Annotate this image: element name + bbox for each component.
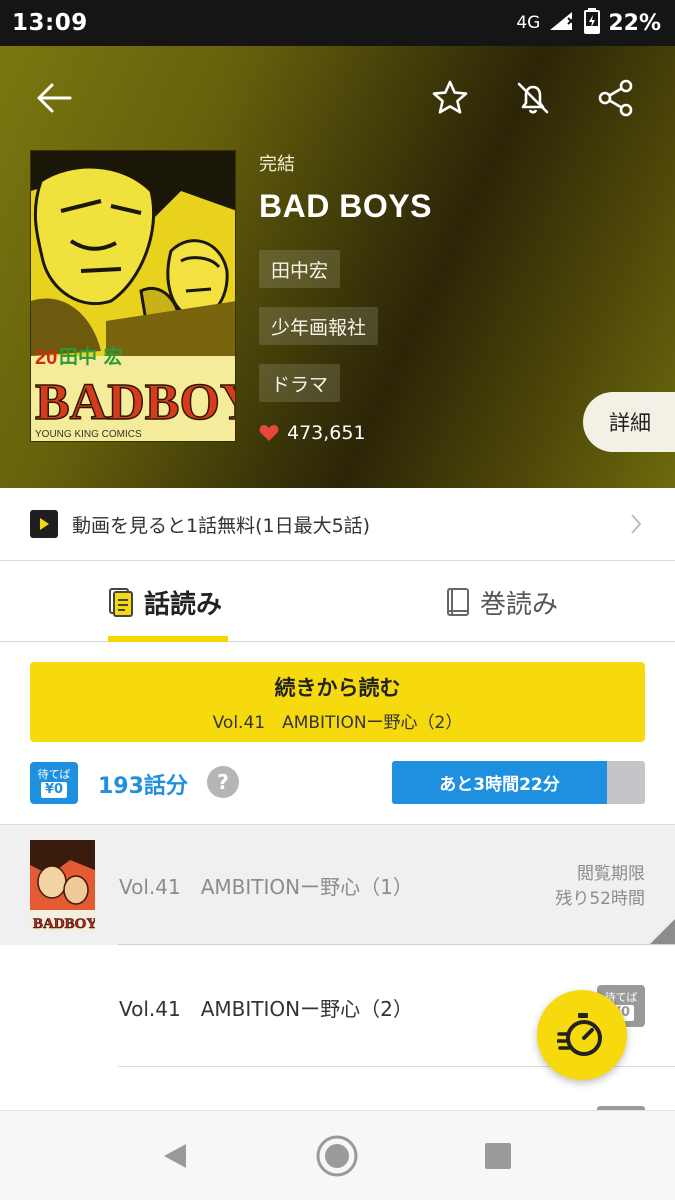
- title-hero: 20 田中 宏 BADBOYS YOUNG KING COMICS 完結 BAD…: [0, 46, 675, 488]
- bell-off-icon: [517, 82, 549, 114]
- continue-episode: Vol.41 AMBITIONー野心（2）: [212, 712, 463, 733]
- play-icon: [30, 510, 58, 538]
- book-icon: [447, 588, 469, 616]
- status-icons: 4G 22%: [516, 7, 661, 39]
- episode-row[interactable]: BADBOYS Vol.41 AMBITIONー野心（1） 閲覧期限 残り52時…: [0, 824, 675, 945]
- favorite-button[interactable]: [426, 74, 474, 122]
- wait-timer-bar: あと3時間22分: [392, 761, 645, 804]
- heart-icon: [259, 425, 279, 441]
- help-button[interactable]: ?: [207, 766, 239, 798]
- detail-button-label: 詳細: [609, 411, 651, 435]
- title-info: 完結 BAD BOYS 田中宏 少年画報社 ドラマ 473,651: [259, 150, 432, 444]
- likes-value: 473,651: [287, 422, 366, 444]
- genre-chip[interactable]: ドラマ: [259, 364, 341, 402]
- tab-volume-label: 巻読み: [480, 589, 559, 620]
- wait-free-count: 193話分: [98, 774, 188, 799]
- help-icon: ?: [217, 770, 229, 794]
- likes-count: 473,651: [259, 422, 366, 444]
- tab-episode-read[interactable]: 話読み: [108, 562, 222, 642]
- chevron-right-icon: [631, 514, 642, 534]
- active-tab-indicator: [108, 636, 228, 642]
- tab-episode-label: 話読み: [144, 589, 223, 620]
- author-chip[interactable]: 田中宏: [259, 250, 341, 288]
- back-arrow-icon: [37, 83, 72, 113]
- continue-reading-button[interactable]: 続きから読む Vol.41 AMBITIONー野心（2）: [30, 662, 645, 742]
- nav-home-button[interactable]: [314, 1133, 360, 1179]
- read-mode-tabs: 話読み 巻読み: [0, 562, 675, 642]
- signal-icon: [548, 10, 576, 37]
- system-nav-bar: [0, 1110, 675, 1200]
- battery-icon: [584, 7, 601, 39]
- status-time: 13:09: [12, 10, 88, 36]
- cover-imprint-text: YOUNG KING COMICS: [35, 429, 142, 440]
- series-status: 完結: [259, 154, 295, 175]
- nav-recents-icon: [485, 1143, 511, 1169]
- tab-volume-read[interactable]: 巻読み: [446, 562, 558, 642]
- episode-doc-icon: [109, 588, 133, 617]
- cover-illustration: 20 田中 宏 BADBOYS YOUNG KING COMICS: [31, 151, 236, 441]
- svg-text:BADBOYS: BADBOYS: [33, 916, 95, 932]
- nav-home-icon: [316, 1135, 358, 1177]
- episode-thumbnail: BADBOYS: [30, 840, 95, 932]
- stopwatch-icon: [557, 1013, 602, 1056]
- continue-label: 続きから読む: [274, 675, 401, 700]
- cover-logo-text: BADBOYS: [35, 374, 236, 431]
- video-free-text: 動画を見ると1話無料(1日最大5話): [72, 514, 371, 537]
- read-corner-mark: [649, 919, 675, 945]
- nav-back-icon: [164, 1144, 186, 1168]
- wait-timer-text: あと3時間22分: [439, 775, 560, 795]
- status-bar: 13:09 4G 22%: [0, 0, 675, 46]
- expiry-remaining: 残り52時間: [555, 889, 645, 909]
- episode-title: Vol.41 AMBITIONー野心（2）: [119, 997, 413, 1021]
- back-button[interactable]: [30, 74, 78, 122]
- detail-button[interactable]: 詳細: [583, 392, 675, 452]
- episode-title: Vol.41 AMBITIONー野心（1）: [119, 875, 413, 899]
- stopwatch-fab[interactable]: [537, 990, 627, 1080]
- cover-author-text: 田中 宏: [59, 345, 123, 368]
- cover-volume-text: 20: [35, 347, 57, 369]
- nav-recents-button[interactable]: [475, 1133, 521, 1179]
- star-icon: [432, 80, 468, 114]
- wait-badge-bottom: ¥0: [40, 782, 68, 798]
- wait-badge-top: 待てば: [37, 768, 71, 781]
- battery-percent: 22%: [608, 10, 661, 36]
- nav-back-button[interactable]: [152, 1133, 198, 1179]
- share-button[interactable]: [592, 74, 640, 122]
- notification-button[interactable]: [509, 74, 557, 122]
- episode-expiry: 閲覧期限 残り52時間: [555, 862, 645, 912]
- network-type: 4G: [516, 13, 541, 33]
- share-icon: [598, 79, 633, 117]
- publisher-chip[interactable]: 少年画報社: [259, 307, 379, 345]
- cover-image: 20 田中 宏 BADBOYS YOUNG KING COMICS: [30, 150, 236, 442]
- wait-free-badge: 待てば ¥0: [30, 762, 78, 804]
- expiry-label: 閲覧期限: [577, 864, 645, 884]
- video-free-banner[interactable]: 動画を見ると1話無料(1日最大5話): [0, 488, 675, 561]
- series-title: BAD BOYS: [259, 188, 432, 224]
